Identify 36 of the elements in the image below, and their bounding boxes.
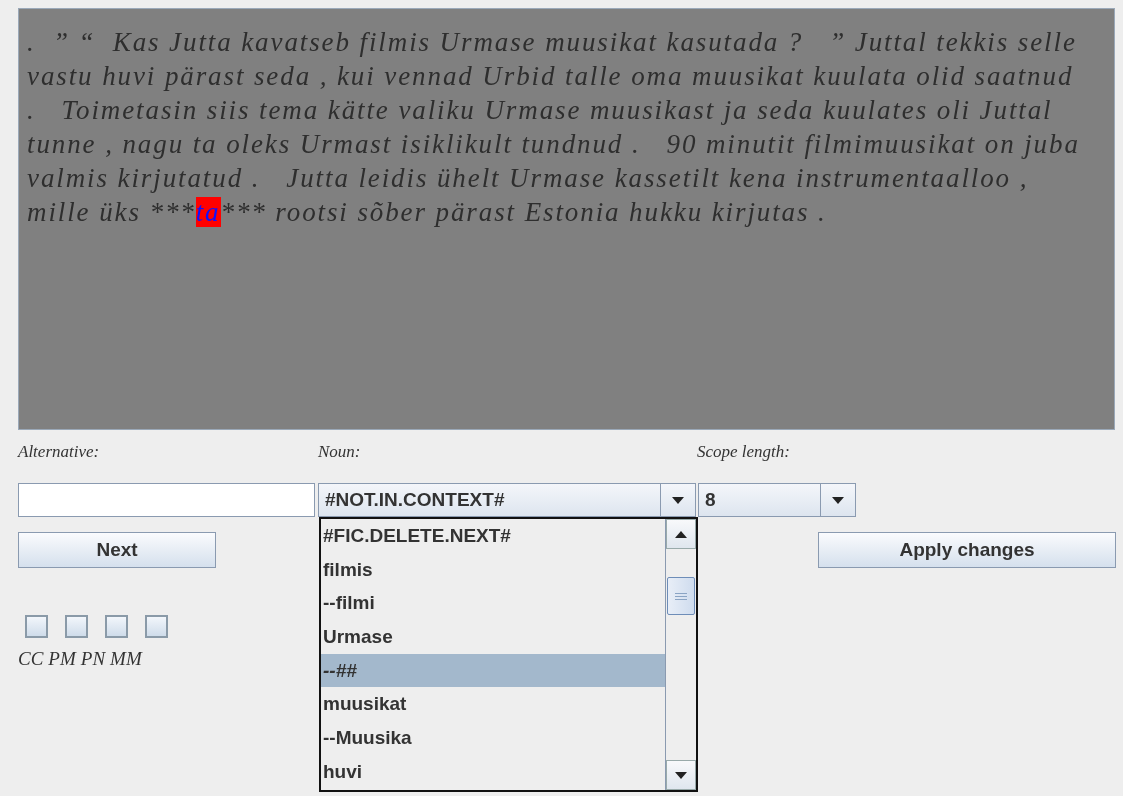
- text-line: valmis kirjutatud . Jutta leidis ühelt Urmase kassetilt kena instrumentaalloo ,: [27, 163, 1029, 193]
- checkbox[interactable]: [145, 615, 168, 638]
- highlighted-word: ta: [195, 197, 221, 227]
- text-line: mille üks ***: [27, 197, 196, 227]
- dropdown-option[interactable]: --##: [321, 653, 665, 688]
- alternative-label: Alternative:: [18, 442, 100, 462]
- text-area[interactable]: [18, 8, 1115, 430]
- text-line: *** rootsi sõber pärast Estonia hukku kirjutas .: [220, 197, 827, 227]
- scope-length-label: Scope length:: [697, 442, 790, 462]
- scope-length-dropdown[interactable]: 8: [698, 483, 856, 517]
- checkbox-label: CC: [18, 648, 44, 670]
- text-line: . Toimetasin siis tema kätte valiku Urmase muusikast ja seda kuulates oli Juttal: [27, 95, 1053, 125]
- scroll-up-icon[interactable]: [666, 519, 696, 549]
- dropdown-option[interactable]: filmis: [321, 552, 665, 587]
- dropdown-option[interactable]: muusikat: [321, 687, 665, 722]
- text-line: tunne , nagu ta oleks Urmast isiklikult tundnud . 90 minutit filmimuusikat on juba: [27, 129, 1080, 159]
- dropdown-option[interactable]: Urmase: [321, 620, 665, 654]
- apply-changes-button[interactable]: Apply changes: [818, 532, 1116, 568]
- checkbox-label: PM: [48, 648, 76, 670]
- text-line: vastu huvi pärast seda , kui vennad Urbid talle oma muusikat kuulata olid saatnud: [27, 61, 1074, 91]
- scrollbar[interactable]: [665, 519, 696, 790]
- checkbox-label: PN: [80, 648, 106, 670]
- checkbox[interactable]: [65, 615, 88, 638]
- checkbox-label: MM: [110, 648, 142, 670]
- text-line: . ” “ Kas Jutta kavatseb filmis Urmase muusikat kasutada ? ” Juttal tekkis selle: [27, 27, 1077, 57]
- scroll-thumb[interactable]: [667, 577, 695, 615]
- next-button[interactable]: Next: [18, 532, 216, 568]
- dropdown-option[interactable]: #FIC.DELETE.NEXT#: [321, 519, 665, 553]
- scroll-down-icon[interactable]: [666, 760, 696, 790]
- dropdown-option[interactable]: --Muusika: [321, 721, 665, 755]
- checkbox[interactable]: [105, 615, 128, 638]
- alternative-field[interactable]: [18, 483, 315, 517]
- dropdown-option[interactable]: --filmi: [321, 586, 665, 621]
- dropdown-option[interactable]: huvi: [321, 754, 665, 789]
- noun-label: Noun:: [318, 442, 361, 462]
- checkbox[interactable]: [25, 615, 48, 638]
